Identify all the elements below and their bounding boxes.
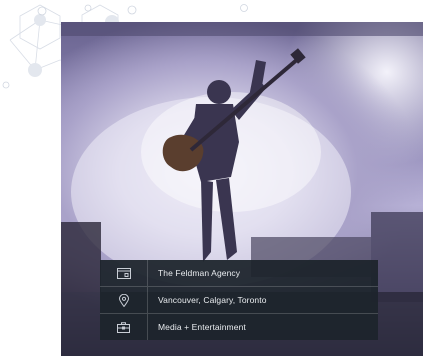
info-row-industry: Media + Entertainment: [100, 314, 378, 340]
info-row-locations: Vancouver, Calgary, Toronto: [100, 287, 378, 314]
agency-info-card: The Feldman Agency Vancouver, Calgary, T…: [100, 260, 378, 340]
briefcase-icon: [100, 314, 148, 340]
agency-name: The Feldman Agency: [158, 268, 241, 278]
calendar-icon: [100, 260, 148, 286]
agency-locations: Vancouver, Calgary, Toronto: [158, 295, 267, 305]
info-row-agency: The Feldman Agency: [100, 260, 378, 287]
location-pin-icon: [100, 287, 148, 313]
agency-industry: Media + Entertainment: [158, 322, 246, 332]
